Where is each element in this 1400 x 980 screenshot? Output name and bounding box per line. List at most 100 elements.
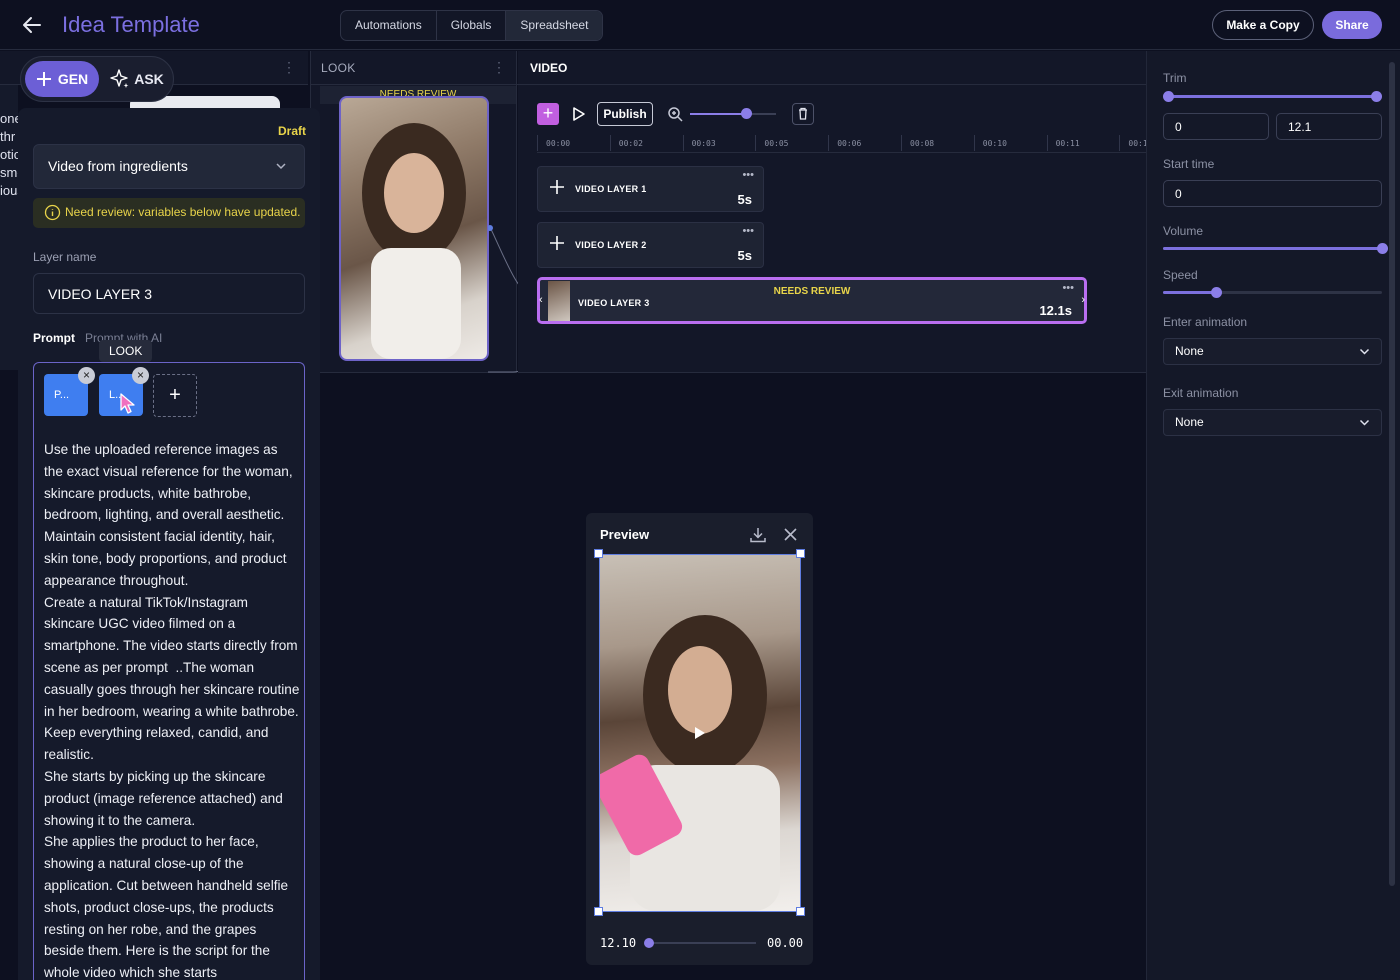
more-horizontal-icon[interactable]: ••• — [742, 225, 754, 237]
video-node-title: VIDEO — [530, 61, 568, 75]
tab-prompt[interactable]: Prompt — [33, 331, 75, 345]
plus-icon — [36, 72, 51, 86]
select-value: None — [1175, 415, 1204, 429]
sparkle-icon — [110, 69, 129, 88]
resize-handle[interactable] — [796, 549, 805, 558]
trash-icon — [799, 107, 807, 120]
close-icon[interactable]: × — [132, 367, 149, 384]
enter-animation-select[interactable]: None — [1163, 338, 1382, 365]
timeline-tick: 00:03 — [682, 135, 716, 151]
page-title: Idea Template — [62, 12, 200, 37]
prompt-text[interactable]: Use the uploaded reference images as the… — [44, 439, 300, 980]
gen-label: GEN — [57, 71, 89, 87]
layer-name-field[interactable] — [33, 273, 305, 314]
start-time-field[interactable] — [1163, 180, 1382, 207]
tooltip: LOOK — [99, 340, 153, 362]
header-tabs: Automations Globals Spreadsheet — [340, 10, 604, 41]
timeline-tick: 00:06 — [828, 135, 861, 151]
resize-handle[interactable] — [594, 907, 603, 916]
play-icon[interactable] — [694, 726, 706, 740]
close-icon[interactable] — [782, 526, 799, 543]
tab-automations[interactable]: Automations — [341, 11, 437, 40]
look-node-header: LOOK ⋮ — [310, 51, 518, 85]
speed-slider-handle[interactable] — [1210, 287, 1222, 298]
video-node-header: VIDEO — [518, 51, 1146, 85]
select-value: None — [1175, 344, 1204, 358]
needs-review-badge: NEEDS REVIEW — [773, 286, 851, 297]
resize-handle[interactable] — [594, 549, 603, 558]
speed-slider-fill — [1163, 291, 1216, 294]
zoom-slider-fill — [690, 113, 746, 115]
zoom-in-icon[interactable] — [666, 105, 684, 123]
trim-start-field[interactable] — [1163, 113, 1269, 140]
tab-spreadsheet[interactable]: Spreadsheet — [506, 11, 603, 40]
video-node[interactable] — [518, 51, 1146, 373]
layer-duration: 12.1s — [1039, 303, 1072, 318]
look-image[interactable] — [339, 96, 489, 361]
more-vertical-icon[interactable]: ⋮ — [282, 59, 296, 76]
preview-current-time: 00.00 — [767, 936, 804, 950]
timeline-tick: 00:11 — [1046, 135, 1080, 151]
select-value: Video from ingredients — [48, 158, 188, 174]
gen-button[interactable]: GEN — [25, 61, 99, 97]
ask-button[interactable]: ASK — [106, 61, 168, 97]
text-fragment: otio — [0, 147, 18, 162]
preview-scrubber-handle[interactable] — [644, 938, 654, 948]
speed-label: Speed — [1163, 268, 1198, 282]
ask-label: ASK — [134, 71, 164, 87]
node-text-partial: one thr otio smo ious — [0, 110, 18, 200]
add-variable-button[interactable]: + — [153, 374, 197, 417]
more-horizontal-icon[interactable]: ••• — [1062, 282, 1074, 294]
layer-duration: 5s — [737, 248, 752, 263]
status-badge: Draft — [278, 124, 307, 138]
play-icon[interactable] — [567, 103, 589, 125]
share-button[interactable]: Share — [1322, 11, 1382, 39]
preview-title: Preview — [600, 527, 650, 542]
inspector-scrollbar[interactable] — [1389, 62, 1395, 886]
timeline-layer-3-selected[interactable]: ‹ NEEDS REVIEW VIDEO LAYER 3 ••• 12.1s › — [537, 277, 1087, 324]
chevron-down-icon — [1359, 419, 1370, 426]
plus-icon[interactable] — [548, 234, 566, 252]
zoom-slider-handle[interactable] — [740, 108, 752, 119]
plus-icon[interactable] — [548, 178, 566, 196]
make-copy-button[interactable]: Make a Copy — [1212, 10, 1314, 40]
layer-name-label: Layer name — [33, 250, 97, 264]
top-bar — [0, 0, 1400, 50]
timeline-layer-2[interactable]: VIDEO LAYER 2 ••• 5s — [537, 222, 764, 268]
trim-slider-fill — [1168, 95, 1376, 98]
info-icon — [44, 204, 61, 221]
trim-end-field[interactable] — [1276, 113, 1382, 140]
text-fragment: ious — [0, 183, 18, 198]
chevron-right-icon[interactable]: › — [1081, 294, 1085, 306]
volume-slider-handle[interactable] — [1377, 243, 1388, 254]
download-icon[interactable] — [749, 526, 767, 544]
exit-animation-label: Exit animation — [1163, 386, 1239, 400]
generation-type-select[interactable]: Video from ingredients — [33, 144, 305, 189]
trim-start-handle[interactable] — [1163, 91, 1174, 102]
text-fragment: smo — [0, 165, 18, 180]
volume-label: Volume — [1163, 224, 1204, 238]
preview-duration: 12.10 — [600, 936, 637, 950]
add-layer-button[interactable]: + — [537, 103, 559, 125]
exit-animation-select[interactable]: None — [1163, 409, 1382, 436]
tab-globals[interactable]: Globals — [437, 11, 507, 40]
chevron-down-icon — [276, 163, 286, 170]
trim-end-handle[interactable] — [1371, 91, 1382, 102]
timeline-tick: 00:00 — [537, 135, 570, 151]
timeline-ruler[interactable]: 00:00 00:02 00:03 00:05 00:06 00:08 00:10 00:11… — [537, 135, 1152, 153]
text-fragment: thr — [0, 129, 16, 144]
more-horizontal-icon[interactable]: ••• — [742, 169, 754, 181]
layer-duration: 5s — [737, 192, 752, 207]
publish-button[interactable]: Publish — [597, 102, 653, 126]
delete-button[interactable] — [792, 103, 814, 125]
close-icon[interactable]: × — [78, 367, 95, 384]
timeline-layer-1[interactable]: VIDEO LAYER 1 ••• 5s — [537, 166, 764, 212]
preview-scrubber-track[interactable] — [648, 942, 756, 944]
timeline-tick: 00:05 — [755, 135, 788, 151]
back-arrow-icon[interactable] — [20, 13, 44, 37]
timeline-tick: 00:02 — [609, 135, 643, 151]
resize-handle[interactable] — [796, 907, 805, 916]
more-vertical-icon[interactable]: ⋮ — [492, 59, 506, 76]
text-fragment: one — [0, 111, 18, 126]
timeline-tick: 00:10 — [973, 135, 1007, 151]
